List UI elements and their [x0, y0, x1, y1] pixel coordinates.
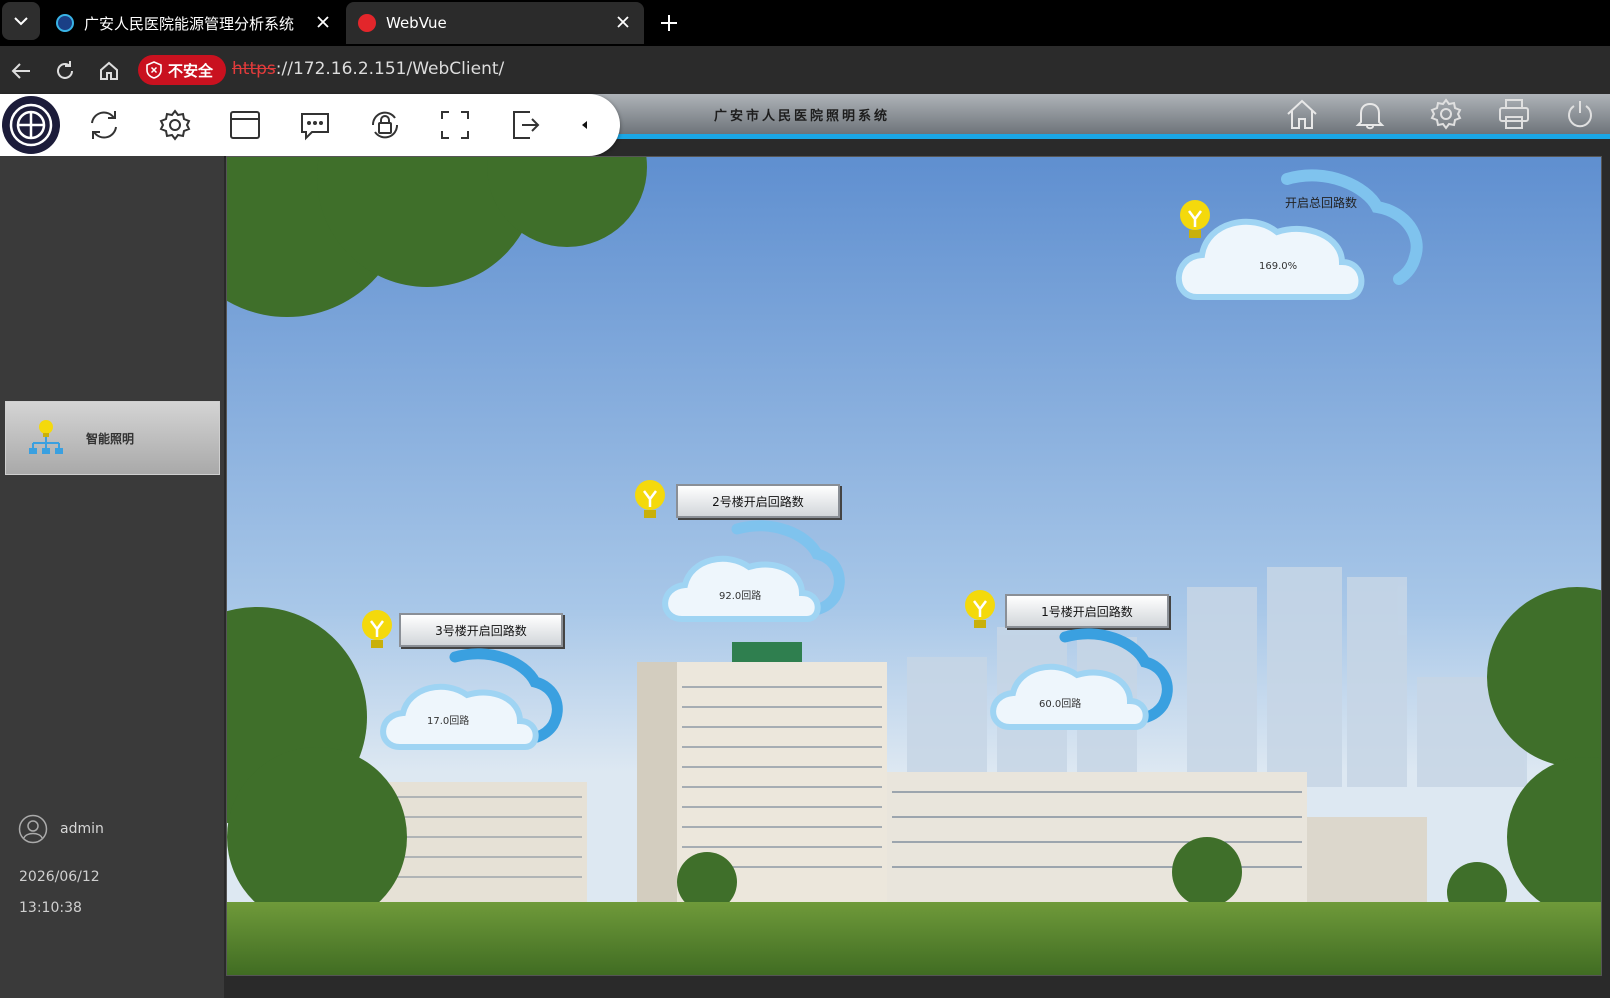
sidebar: 智能照明 admin 2026/06/12 13:10:38	[0, 156, 224, 998]
hospital-scene: 开启总回路数 169.0% 2号楼开启回路数 92.0回路 3号楼开启回路数 1…	[226, 156, 1602, 976]
network-icon	[29, 420, 63, 454]
tab-title: WebVue	[386, 14, 447, 32]
power-button[interactable]	[1562, 96, 1598, 132]
cloud-icon	[662, 520, 845, 622]
close-icon	[317, 16, 329, 28]
chevron-down-icon	[14, 17, 28, 26]
widget-total-label: 开启总回路数	[1285, 196, 1358, 210]
logo-icon	[9, 103, 53, 147]
webvue-favicon	[358, 14, 376, 32]
gear-icon	[159, 109, 191, 141]
logout-button[interactable]	[505, 105, 545, 145]
fullscreen-icon	[441, 111, 469, 139]
building-1-value: 60.0回路	[1039, 699, 1082, 710]
home-icon	[1287, 99, 1317, 129]
power-icon	[1568, 101, 1592, 128]
collapse-toolbar-button[interactable]	[565, 105, 605, 145]
bell-icon	[1355, 102, 1385, 130]
settings-tool-button[interactable]	[155, 105, 195, 145]
reload-icon	[57, 61, 73, 79]
floating-toolbar	[0, 94, 620, 156]
app-logo[interactable]	[2, 96, 60, 154]
browser-tab-bar: 广安人民医院能源管理分析系统 WebVue	[0, 0, 1610, 46]
current-time: 13:10:38	[19, 900, 82, 916]
collapse-icon	[582, 121, 587, 129]
window-icon	[230, 111, 260, 139]
chat-icon	[301, 113, 329, 141]
new-tab-button[interactable]	[654, 8, 684, 38]
home-button[interactable]	[94, 56, 124, 86]
refresh-button[interactable]	[84, 105, 124, 145]
app-window: 广安市人民医院照明系统 智能照明 admin 2026/06/12 13:10:…	[0, 94, 1610, 998]
user-info: admin	[18, 814, 104, 844]
cloud-icon	[990, 628, 1173, 730]
building-3-label[interactable]: 3号楼开启回路数	[399, 613, 563, 647]
security-label: 不安全	[168, 61, 214, 80]
sidebar-item-smart-lighting[interactable]: 智能照明	[5, 401, 220, 475]
building-2-value: 92.0回路	[719, 591, 762, 602]
bulb-icon	[635, 480, 665, 518]
page-title: 广安市人民医院照明系统	[714, 109, 891, 124]
address-bar: 不安全 https://172.16.2.151/WebClient/	[0, 46, 1610, 94]
chat-button[interactable]	[295, 105, 335, 145]
refresh-icon	[91, 111, 117, 139]
home-nav-button[interactable]	[1284, 96, 1320, 132]
lock-icon	[371, 111, 399, 139]
building-2-label[interactable]: 2号楼开启回路数	[676, 484, 840, 518]
building-3-value: 17.0回路	[427, 716, 470, 727]
close-tab-button[interactable]	[312, 11, 334, 33]
printer-icon	[1499, 99, 1529, 129]
url-field[interactable]: https://172.16.2.151/WebClient/	[232, 59, 504, 79]
tab-webvue[interactable]: WebVue	[346, 2, 644, 44]
home-icon	[100, 61, 118, 80]
user-icon	[18, 814, 48, 844]
close-tab-button[interactable]	[612, 11, 634, 33]
lock-screen-button[interactable]	[365, 105, 405, 145]
building-1-label[interactable]: 1号楼开启回路数	[1005, 594, 1169, 628]
cloud-icon	[380, 648, 563, 750]
tab-energy-system[interactable]: 广安人民医院能源管理分析系统	[44, 2, 344, 44]
url-scheme: https	[232, 59, 276, 79]
close-icon	[617, 16, 629, 28]
back-icon	[11, 63, 30, 79]
sidebar-item-label: 智能照明	[86, 431, 135, 446]
reload-button[interactable]	[50, 56, 80, 86]
notifications-button[interactable]	[1352, 96, 1388, 132]
username: admin	[60, 821, 104, 837]
energy-favicon	[56, 14, 74, 32]
tab-title: 广安人民医院能源管理分析系统	[84, 14, 295, 33]
shield-icon	[146, 61, 162, 79]
print-button[interactable]	[1496, 96, 1532, 132]
settings-button[interactable]	[1428, 96, 1464, 132]
back-button[interactable]	[6, 56, 36, 86]
plus-icon	[661, 15, 677, 31]
fullscreen-button[interactable]	[435, 105, 475, 145]
url-path: ://172.16.2.151/WebClient/	[275, 59, 505, 79]
security-indicator[interactable]: 不安全	[138, 55, 226, 85]
current-date: 2026/06/12	[19, 869, 100, 885]
tab-list-button[interactable]	[2, 2, 40, 40]
cloud-icon	[1175, 169, 1423, 300]
window-button[interactable]	[225, 105, 265, 145]
exit-icon	[513, 111, 540, 139]
widget-total-value: 169.0%	[1259, 261, 1298, 272]
gear-icon	[1430, 98, 1462, 130]
